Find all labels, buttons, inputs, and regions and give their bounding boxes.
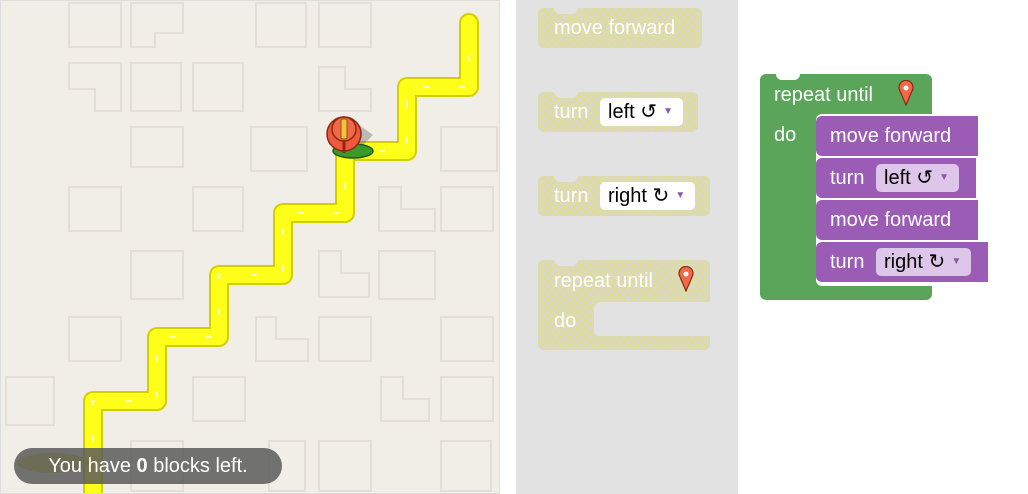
turn-left-dropdown[interactable]: left ↺ ▼: [876, 164, 959, 192]
move-forward-label: move forward: [830, 209, 952, 231]
divider: [500, 0, 516, 494]
dropdown-value: right ↻: [608, 185, 670, 207]
stack-turn-left[interactable]: turn left ↺ ▼: [816, 158, 976, 198]
turn-label: turn: [554, 101, 589, 123]
dropdown-value: left ↺: [608, 101, 657, 123]
turn-left-dropdown[interactable]: left ↺ ▼: [600, 98, 683, 126]
map-marker-icon: [898, 80, 914, 106]
maze-tiles: [5, 2, 498, 492]
stack-move-forward-2[interactable]: move forward: [816, 200, 978, 240]
move-forward-label: move forward: [830, 125, 952, 147]
map-marker-icon: [678, 266, 694, 292]
dropdown-value: right ↻: [884, 251, 946, 273]
repeat-until-label: repeat until: [774, 84, 873, 106]
status-suffix: blocks left.: [147, 455, 248, 477]
toolbox-turn-left-block[interactable]: turn left ↺ ▼: [538, 92, 698, 132]
turn-label: turn: [830, 167, 865, 189]
move-forward-label: move forward: [554, 17, 676, 39]
status-prefix: You have: [48, 455, 137, 477]
dropdown-arrow-icon: ▼: [663, 106, 673, 117]
turn-label: turn: [830, 251, 865, 273]
maze-map: [5, 2, 498, 493]
do-slot[interactable]: [594, 302, 710, 336]
turn-label: turn: [554, 185, 589, 207]
status-count: 0: [136, 455, 148, 477]
toolbox-move-forward-block[interactable]: move forward: [538, 8, 702, 48]
dropdown-arrow-icon: ▼: [939, 172, 949, 183]
toolbox-repeat-until-block[interactable]: repeat until do: [538, 260, 710, 350]
blocks-left-status: You have 0 blocks left.: [14, 448, 282, 484]
dropdown-arrow-icon: ▼: [951, 256, 962, 267]
dropdown-value: left ↺: [884, 167, 933, 189]
do-label: do: [774, 124, 797, 146]
do-label: do: [554, 310, 577, 332]
stack-turn-right[interactable]: turn right ↻ ▼: [816, 242, 988, 282]
turn-right-dropdown[interactable]: right ↻ ▼: [600, 182, 696, 210]
turn-right-dropdown[interactable]: right ↻ ▼: [876, 248, 972, 276]
dropdown-arrow-icon: ▼: [675, 190, 686, 201]
repeat-until-label: repeat until: [554, 270, 653, 292]
toolbox: move forward turn left ↺ ▼ turn right ↻ ▼ …: [516, 0, 738, 494]
toolbox-turn-right-block[interactable]: turn right ↻ ▼: [538, 176, 710, 216]
stack-move-forward-1[interactable]: move forward: [816, 116, 978, 156]
maze-canvas: You have 0 blocks left.: [0, 0, 500, 494]
workspace: repeat until do move forward turn left ↺…: [738, 0, 1028, 494]
